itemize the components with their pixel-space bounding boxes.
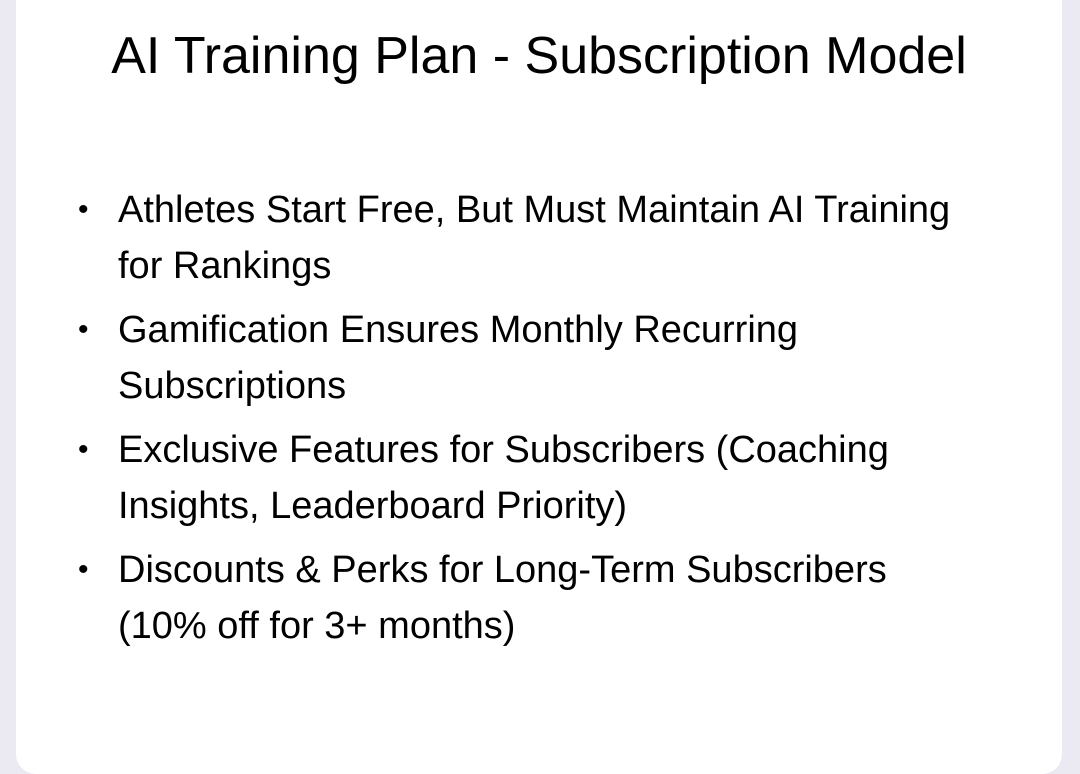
bullet-text: Discounts & Perks for Long-Term Subscrib… bbox=[118, 549, 887, 647]
bullet-text: Athletes Start Free, But Must Maintain A… bbox=[118, 189, 951, 287]
bullet-dot-icon: • bbox=[78, 553, 89, 586]
bullet-list: • Athletes Start Free, But Must Maintain… bbox=[74, 182, 974, 662]
bullet-dot-icon: • bbox=[78, 193, 89, 226]
bullet-item: • Discounts & Perks for Long-Term Subscr… bbox=[74, 542, 974, 654]
bullet-dot-icon: • bbox=[78, 313, 89, 346]
slide: AI Training Plan - Subscription Model • … bbox=[16, 0, 1062, 774]
slide-title: AI Training Plan - Subscription Model bbox=[111, 27, 967, 85]
bullet-dot-icon: • bbox=[78, 433, 89, 466]
bullet-item: • Gamification Ensures Monthly Recurring… bbox=[74, 302, 974, 414]
bullet-text: Exclusive Features for Subscribers (Coac… bbox=[118, 429, 889, 527]
bullet-text: Gamification Ensures Monthly Recurring S… bbox=[118, 309, 799, 407]
bullet-item: • Exclusive Features for Subscribers (Co… bbox=[74, 422, 974, 534]
bullet-item: • Athletes Start Free, But Must Maintain… bbox=[74, 182, 974, 294]
